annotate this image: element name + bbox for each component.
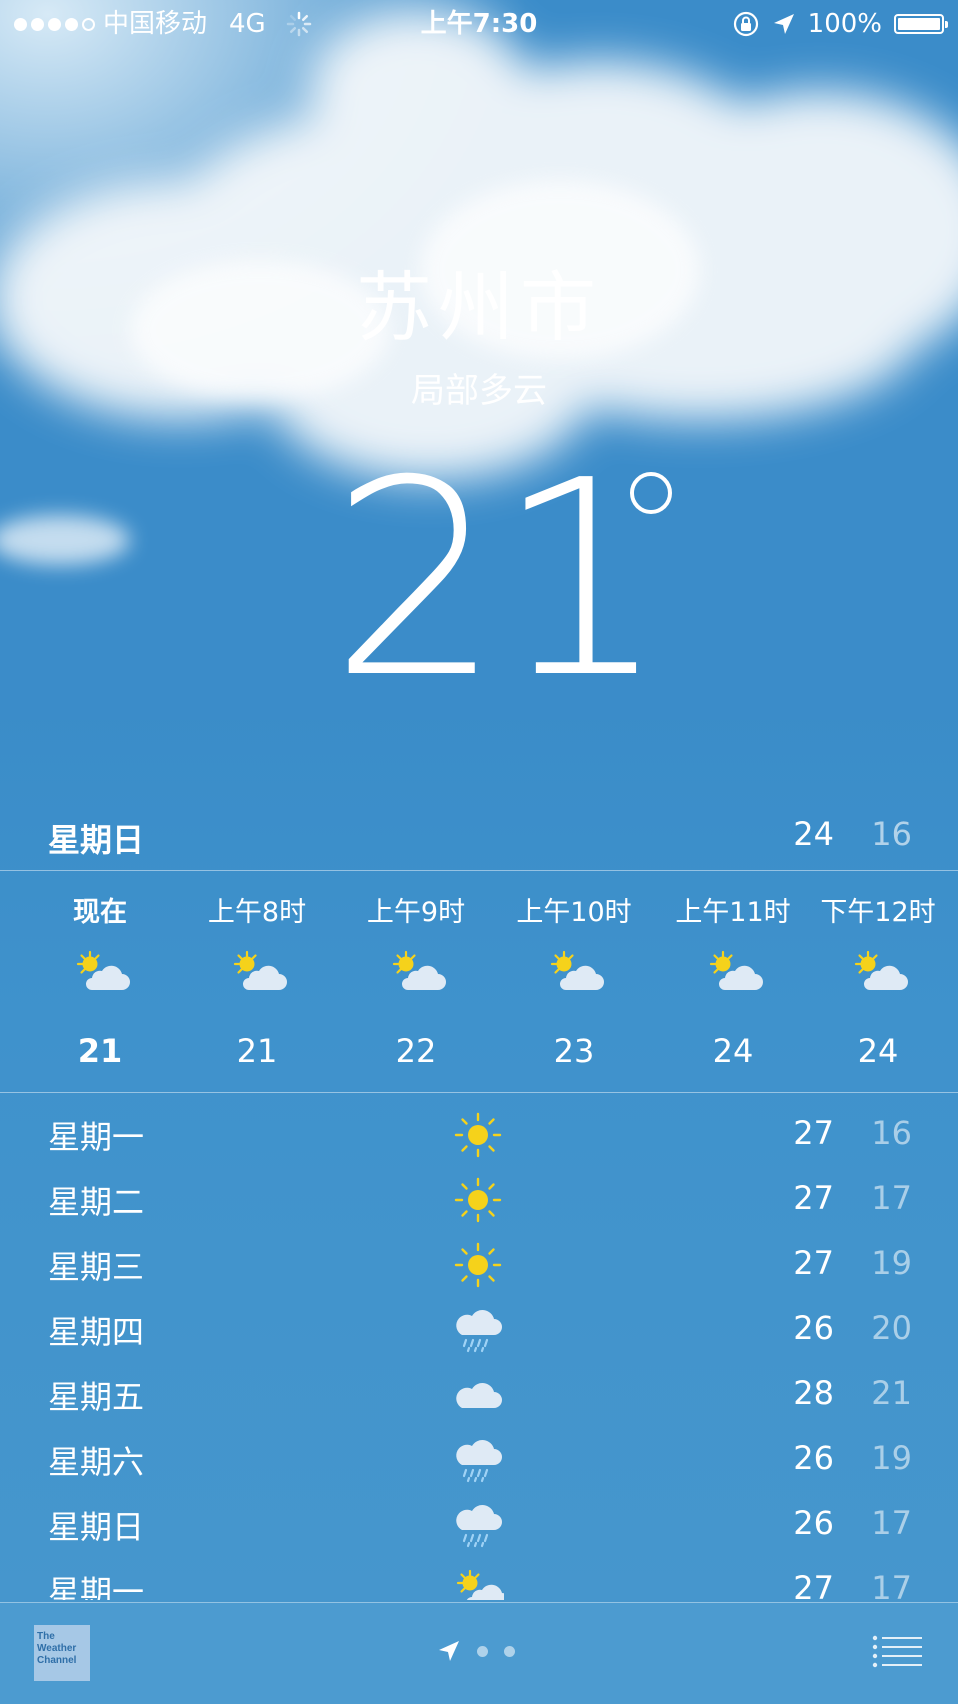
rain-icon (455, 1503, 504, 1548)
hour-temp: 24 (857, 1032, 899, 1070)
day-name: 星期一 (48, 1573, 145, 1600)
list-item: 星期四 26 20 (0, 1295, 958, 1359)
current-location-icon (439, 1641, 459, 1661)
weather-screen: 中国移动 4G 上午7:30 100% 苏州市 局部多云 21 星期日 24 1… (0, 0, 958, 1704)
page-dot (504, 1645, 515, 1657)
battery-icon (894, 14, 948, 34)
page-indicator[interactable] (437, 1639, 515, 1663)
hour-label: 上午9时 (366, 897, 466, 928)
day-low-temp: 17 (871, 1179, 912, 1217)
list-item: 星期一 27 17 (0, 1555, 958, 1600)
day-high-temp: 27 (793, 1244, 834, 1282)
hour-temp: 24 (712, 1032, 754, 1070)
cloud-icon (456, 1383, 502, 1408)
page-dot (477, 1645, 488, 1657)
day-low-temp: 21 (871, 1374, 912, 1412)
hour-temp: 23 (553, 1032, 595, 1070)
today-high-temp: 24 (793, 815, 834, 853)
divider (0, 870, 958, 871)
partly-cloudy-icon (76, 950, 130, 992)
day-name: 星期日 (48, 1508, 145, 1546)
city-list-icon[interactable] (872, 1635, 922, 1669)
today-low-temp: 16 (871, 815, 912, 853)
day-name: 星期五 (48, 1378, 145, 1416)
list-item: 星期二 27 17 (0, 1165, 958, 1229)
list-item: 星期六 26 19 (0, 1425, 958, 1489)
day-name: 星期四 (48, 1313, 145, 1351)
day-high-temp: 27 (793, 1114, 834, 1152)
hour-label: 上午8时 (207, 897, 307, 928)
sun-icon (454, 1112, 502, 1158)
hour-label: 上午11时 (675, 897, 791, 928)
hour-temp: 21 (77, 1032, 123, 1070)
day-name: 星期三 (48, 1248, 145, 1286)
list-item: 星期日 26 17 (0, 1490, 958, 1554)
list-item: 星期三 27 19 (0, 1230, 958, 1294)
day-high-temp: 27 (793, 1569, 834, 1600)
current-temperature: 21 (330, 422, 668, 737)
list-item: 星期一 27 16 (0, 1100, 958, 1164)
daily-forecast-list[interactable]: 星期一 27 16 星期二 27 17 星期三 27 19 星期四 26 20 … (0, 1100, 958, 1600)
partly-cloudy-icon (233, 950, 287, 992)
divider (0, 1092, 958, 1093)
day-high-temp: 26 (793, 1309, 834, 1347)
status-bar: 中国移动 4G 上午7:30 100% (0, 0, 958, 48)
city-name: 苏州市 (356, 263, 602, 352)
day-high-temp: 28 (793, 1374, 834, 1412)
day-low-temp: 20 (871, 1309, 912, 1347)
rotation-lock-icon (733, 11, 758, 37)
battery-percentage: 100% (807, 9, 882, 39)
day-low-temp: 17 (871, 1504, 912, 1542)
partly-cloudy-icon (709, 950, 763, 992)
partly-cloudy-icon (854, 950, 908, 992)
list-item: 星期五 28 21 (0, 1360, 958, 1424)
today-summary-row: 星期日 24 16 (0, 815, 958, 871)
degree-symbol-icon (630, 472, 672, 514)
day-name: 星期二 (48, 1183, 145, 1221)
partly-cloudy-icon (456, 1569, 504, 1600)
partly-cloudy-icon (392, 950, 446, 992)
day-high-temp: 26 (793, 1504, 834, 1542)
hour-label: 下午12时 (820, 897, 936, 928)
day-low-temp: 17 (871, 1569, 912, 1600)
partly-cloudy-icon (550, 950, 604, 992)
day-low-temp: 19 (871, 1439, 912, 1477)
sun-icon (454, 1242, 502, 1288)
hour-label: 上午10时 (516, 897, 632, 928)
day-low-temp: 16 (871, 1114, 912, 1152)
bottom-toolbar: The Weather Channel (0, 1602, 958, 1704)
current-condition: 局部多云 (411, 371, 547, 411)
hour-temp: 22 (395, 1032, 437, 1070)
day-name: 星期六 (48, 1443, 145, 1481)
today-day-label: 星期日 (48, 821, 145, 859)
day-low-temp: 19 (871, 1244, 912, 1282)
rain-icon (455, 1438, 504, 1483)
location-services-icon (773, 14, 794, 34)
day-name: 星期一 (48, 1118, 145, 1156)
hour-temp: 21 (236, 1032, 278, 1070)
weather-channel-logo[interactable]: The Weather Channel (34, 1625, 90, 1681)
hour-label: 现在 (73, 897, 127, 928)
sun-icon (454, 1177, 502, 1223)
rain-icon (455, 1308, 504, 1353)
hourly-forecast[interactable]: 现在 21 上午8时 21 上午9时 22 上午10时 23 上午11时 24 … (0, 872, 958, 1092)
day-high-temp: 27 (793, 1179, 834, 1217)
day-high-temp: 26 (793, 1439, 834, 1477)
